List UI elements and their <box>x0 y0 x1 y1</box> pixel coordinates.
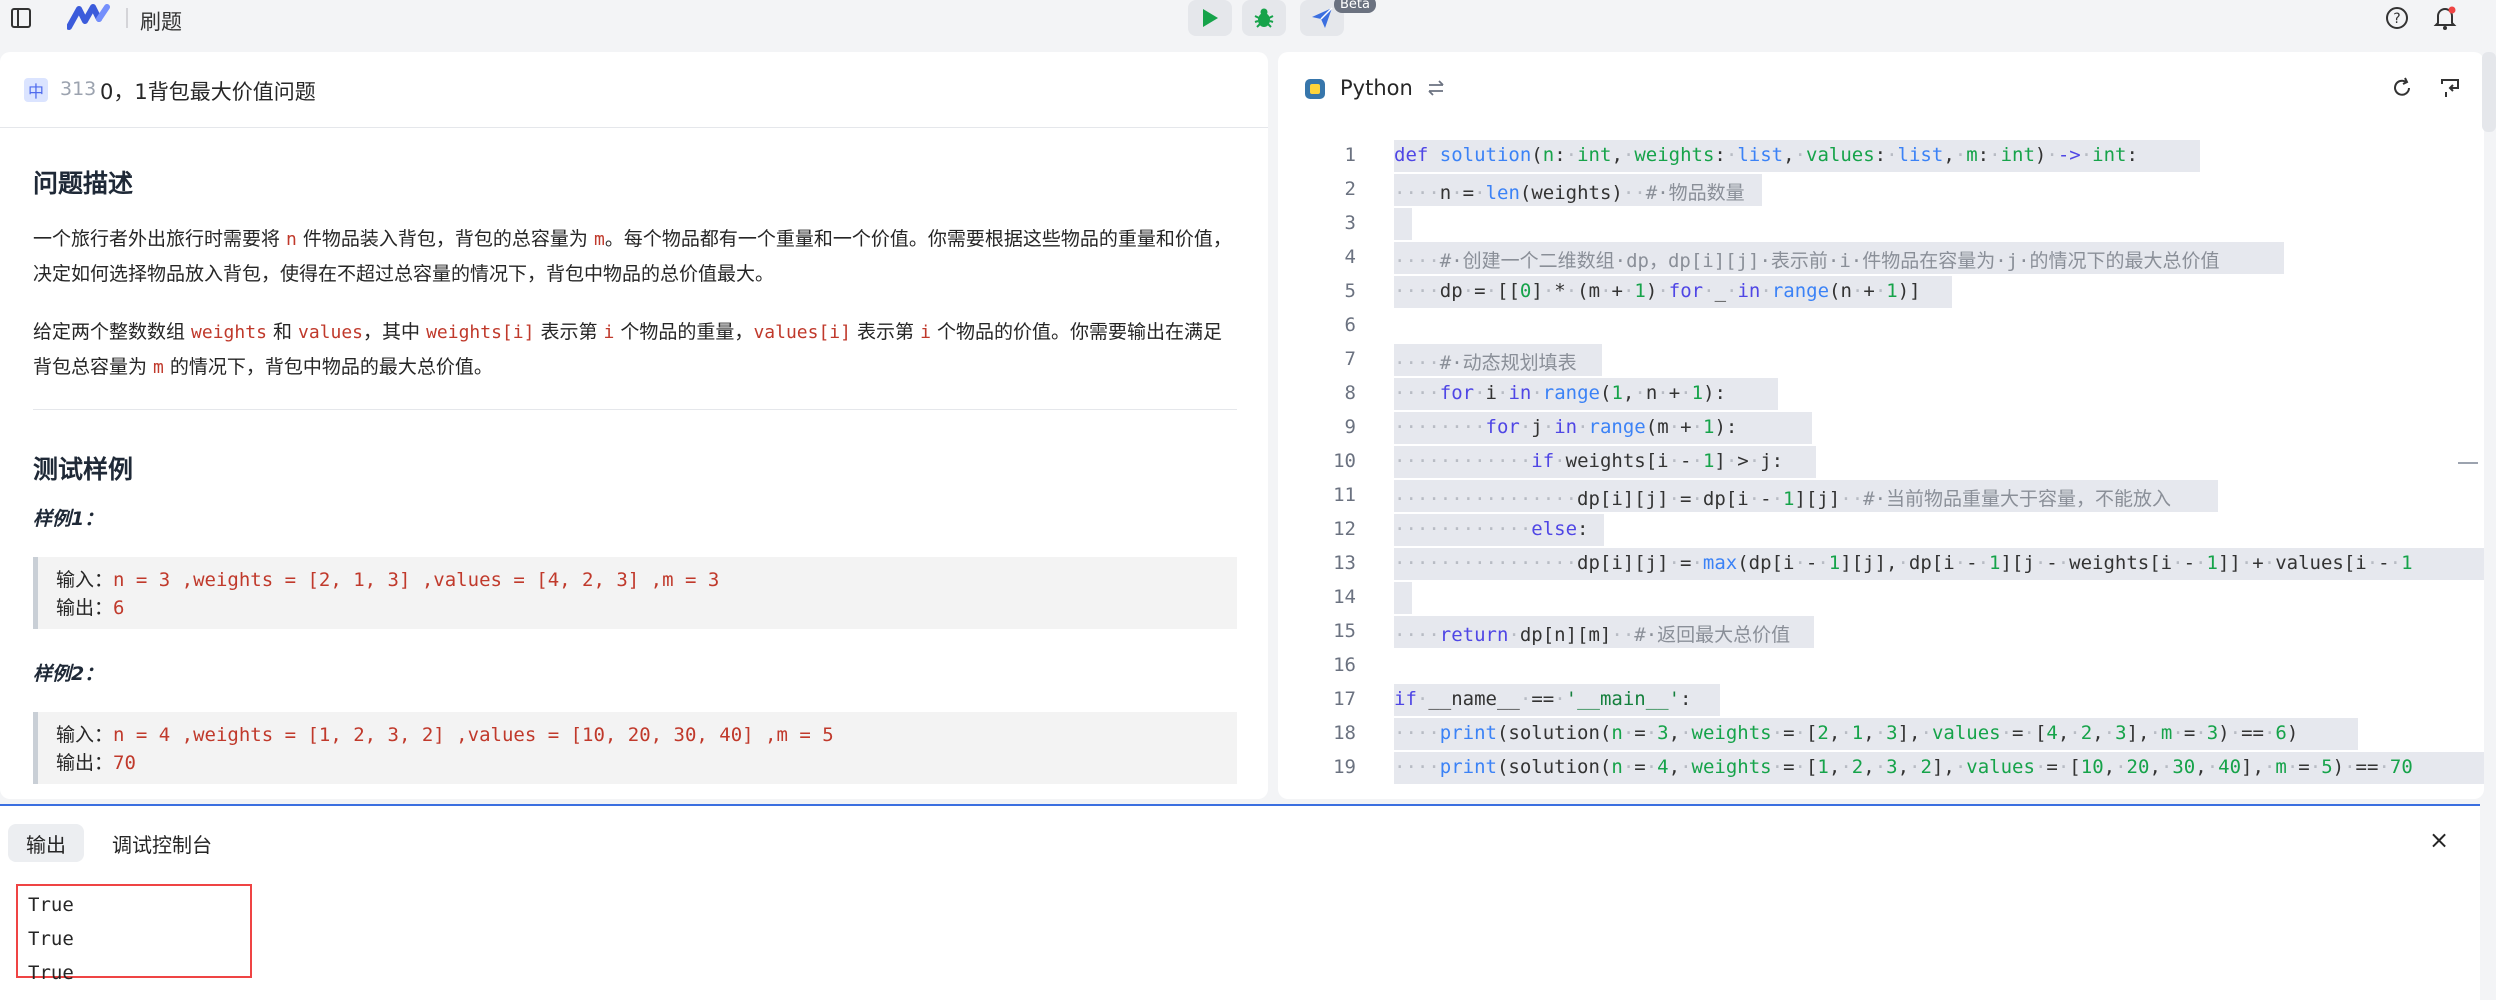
sidebar-toggle-icon[interactable] <box>6 3 36 33</box>
example-box-2: 输入：n = 4 ,weights = [1, 2, 3, 2] ,values… <box>33 712 1237 784</box>
problem-header: 中 313 0，1背包最大价值问题 <box>0 52 1268 128</box>
code-line: 16 <box>1333 654 1356 676</box>
svg-text:?: ? <box>2393 11 2400 27</box>
problem-title: 0，1背包最大价值问题 <box>100 80 316 104</box>
code-line: 10 ············if·weights[i·-·1]·>·j: <box>1278 446 2484 480</box>
logo-icon[interactable] <box>66 2 112 32</box>
debug-bug-icon <box>1254 8 1274 28</box>
swap-icon[interactable] <box>1426 78 1448 100</box>
output-panel: 输出 调试控制台 × True True True <box>0 804 2480 1000</box>
description-paragraph-1: 一个旅行者外出旅行时需要将 n 件物品装入背包，背包的总容量为 m。每个物品都有… <box>33 228 1232 285</box>
code-line: 2 ····n·=·len(weights)··#·物品数量 <box>1278 174 2484 208</box>
example-box-1: 输入：n = 3 ,weights = [2, 1, 3] ,values = … <box>33 557 1237 629</box>
code-line: 4 ····#·创建一个二维数组·dp，dp[i][j]·表示前·i·件物品在容… <box>1278 242 2484 276</box>
code-line: 11 ················dp[i][j]·=·dp[i·-·1][… <box>1278 480 2484 514</box>
code-line: 5 ····dp·=·[[0]·*·(m·+·1)·for·_·in·range… <box>1278 276 2484 310</box>
output-line: True <box>28 928 74 950</box>
description-paragraph-2: 给定两个整数数组 weights 和 values，其中 weights[i] … <box>33 321 1222 378</box>
run-icon <box>1203 9 1218 27</box>
page-title: 刷题 <box>140 10 182 34</box>
code-line: 19 ····print(solution(n·=·4,·weights·=·[… <box>1278 752 2484 786</box>
code-line: 17 if·__name__·==·'__main__': <box>1278 684 2484 718</box>
code-line: 1 def solution(n:·int,·weights:·list,·va… <box>1278 140 2484 174</box>
debug-button[interactable] <box>1242 0 1286 36</box>
refresh-icon[interactable] <box>2390 76 2416 102</box>
help-icon[interactable]: ? <box>2382 3 2412 33</box>
top-bar: 刷题 Beta ? <box>0 0 2496 40</box>
section-heading-description: 问题描述 <box>33 169 134 198</box>
output-result-box: True True True <box>16 884 252 984</box>
output-line: True <box>28 894 74 916</box>
section-heading-tests: 测试样例 <box>33 455 134 484</box>
submit-plane-icon <box>1312 7 1333 28</box>
difficulty-badge: 中 <box>24 78 48 102</box>
code-line: 14 <box>1278 582 2484 616</box>
example-label-2: 样例2： <box>33 663 104 685</box>
beta-badge: Beta <box>1334 0 1376 13</box>
output-line: True <box>28 962 74 984</box>
topbar-divider <box>126 8 128 28</box>
tab-output[interactable]: 输出 <box>8 824 84 862</box>
bell-icon[interactable] <box>2430 3 2460 33</box>
section-divider <box>33 409 1237 410</box>
minimap-marker <box>2458 462 2478 464</box>
code-editor[interactable]: 1 def solution(n:·int,·weights:·list,·va… <box>1278 140 2484 799</box>
code-line: 7 ····#·动态规划填表 <box>1278 344 2484 378</box>
close-icon[interactable]: × <box>2424 826 2454 856</box>
code-line: 3 <box>1278 208 2484 242</box>
reset-code-icon[interactable] <box>2438 76 2464 102</box>
tab-debug-console[interactable]: 调试控制台 <box>94 824 230 862</box>
code-line: 9 ········for·j·in·range(m·+·1): <box>1278 412 2484 446</box>
code-line: 12 ············else: <box>1278 514 2484 548</box>
python-icon <box>1304 78 1326 100</box>
example-label-1: 样例1： <box>33 508 104 530</box>
right-scrollbar[interactable] <box>2482 52 2496 132</box>
language-bar: Python <box>1278 52 2484 130</box>
code-line: 13 ················dp[i][j]·=·max(dp[i·-… <box>1278 548 2484 582</box>
code-line: 18 ····print(solution(n·=·3,·weights·=·[… <box>1278 718 2484 752</box>
problem-id: 313 <box>60 78 97 100</box>
code-line: 8 ····for·i·in·range(1,·n·+·1): <box>1278 378 2484 412</box>
problem-description: 问题描述 一个旅行者外出旅行时需要将 n 件物品装入背包，背包的总容量为 m。每… <box>33 164 1237 784</box>
run-button[interactable] <box>1188 0 1232 36</box>
code-line: 6 <box>1344 314 1356 336</box>
code-line: 15 ····return·dp[n][m]··#·返回最大总价值 <box>1278 616 2484 650</box>
language-select[interactable]: Python <box>1340 76 1413 100</box>
problem-panel: 中 313 0，1背包最大价值问题 问题描述 一个旅行者外出旅行时需要将 n 件… <box>0 52 1268 799</box>
editor-panel: Python 1 def solution(n:·int,·weights:·l… <box>1278 52 2484 799</box>
